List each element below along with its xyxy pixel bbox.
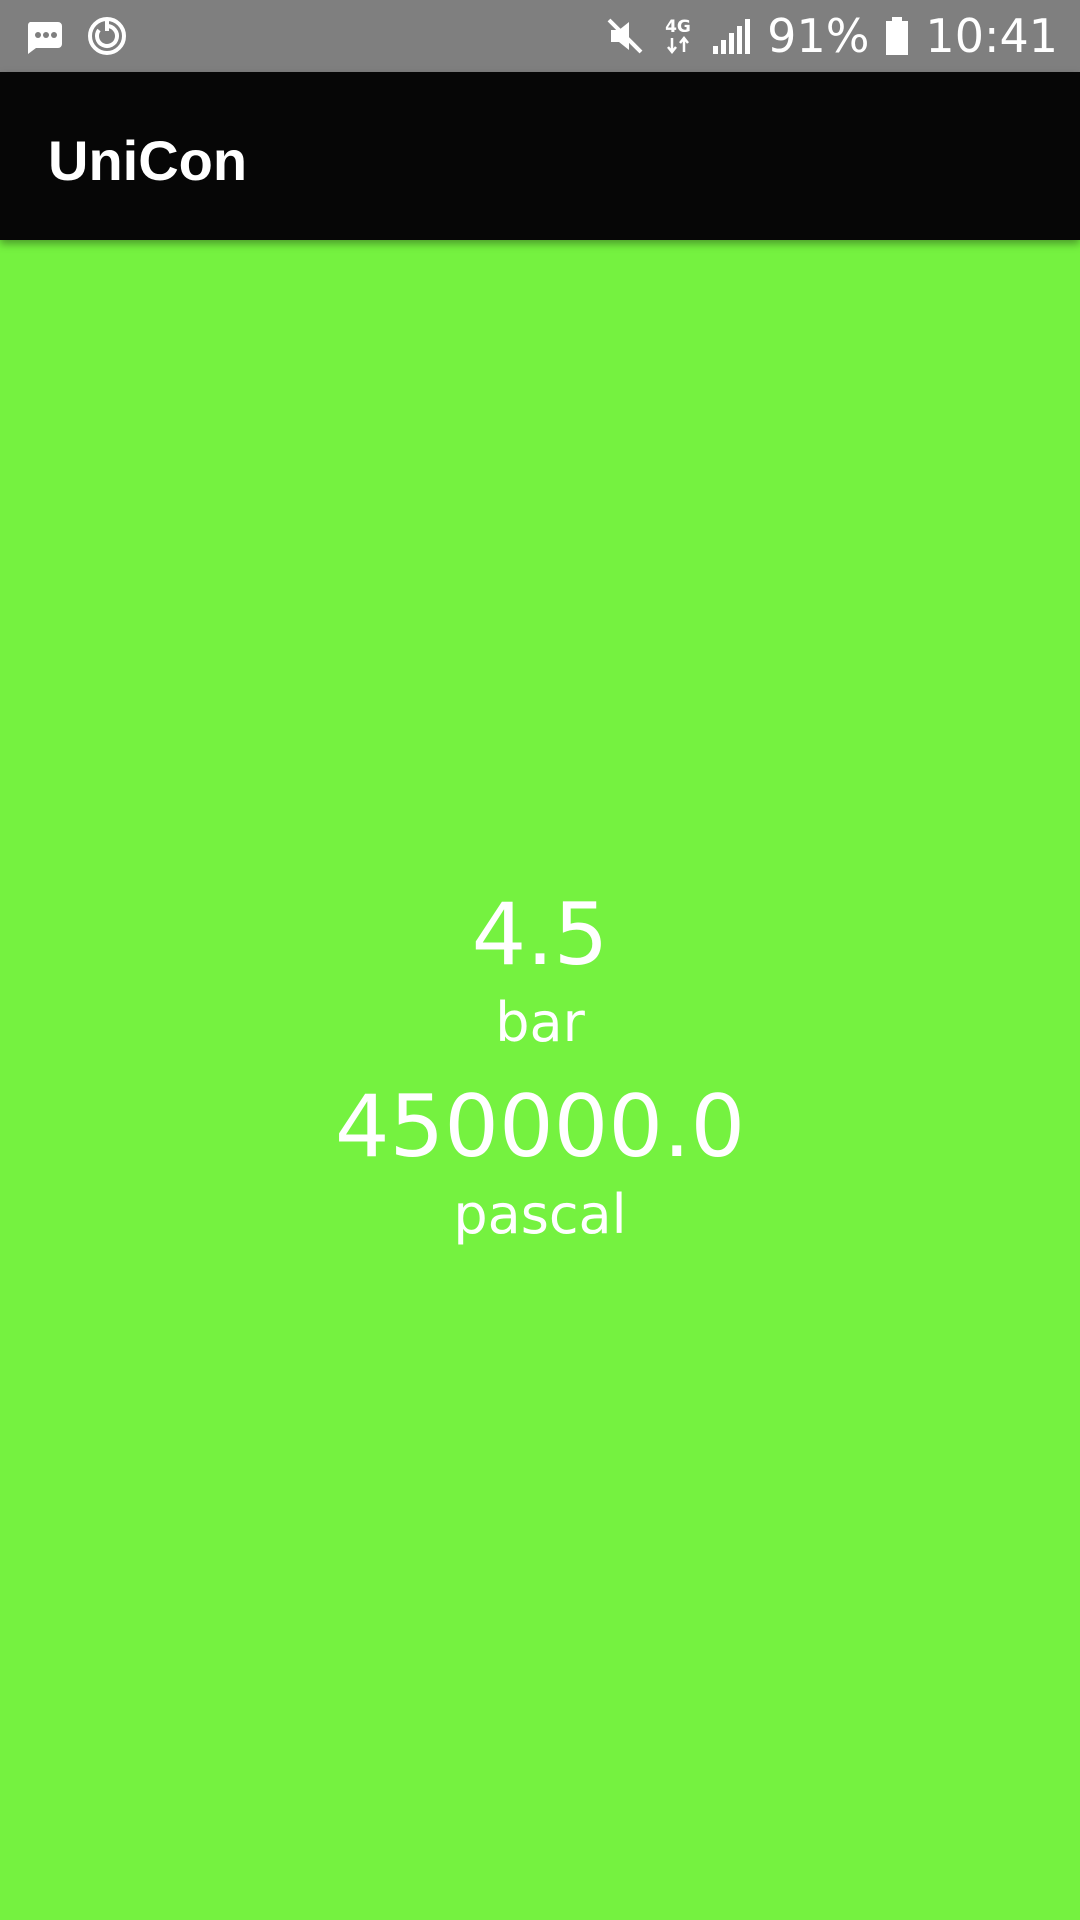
main-content: 4.5 bar 450000.0 pascal — [0, 240, 1080, 1920]
battery-icon — [885, 16, 909, 56]
signal-icon — [711, 16, 751, 56]
message-icon — [24, 16, 64, 56]
status-bar: 4G 91% 10:41 — [0, 0, 1080, 72]
clock: 10:41 — [925, 9, 1058, 63]
mute-icon — [605, 16, 645, 56]
network-label: 4G — [665, 17, 691, 37]
app-title: UniCon — [48, 129, 248, 192]
input-value: 4.5 — [471, 885, 609, 985]
battery-percent: 91% — [767, 9, 870, 63]
network-4g-icon: 4G — [661, 14, 695, 58]
input-unit: bar — [495, 991, 585, 1054]
app-bar: UniCon — [0, 72, 1080, 240]
conversion-result: 4.5 bar 450000.0 pascal — [0, 885, 1080, 1251]
output-value: 450000.0 — [334, 1077, 746, 1177]
sync-icon — [86, 15, 128, 57]
status-left-icons — [24, 12, 128, 60]
output-unit: pascal — [453, 1183, 627, 1246]
status-right-icons: 4G 91% 10:41 — [605, 8, 1058, 64]
